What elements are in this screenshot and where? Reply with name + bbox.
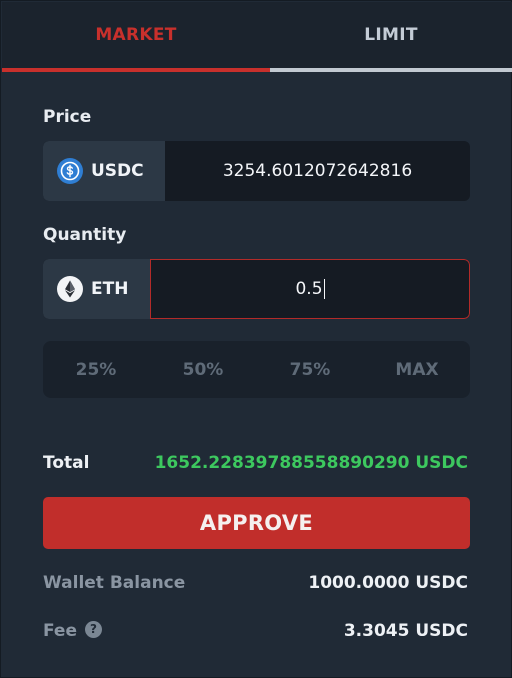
percent-selector: 25% 50% 75% MAX — [43, 341, 470, 398]
wallet-balance-label: Wallet Balance — [43, 573, 186, 593]
fee-value: 3.3045 USDC — [343, 621, 468, 641]
tab-market-indicator — [2, 68, 270, 72]
approve-button[interactable]: APPROVE — [43, 497, 470, 549]
price-input[interactable]: 3254.6012072642816 — [165, 141, 470, 201]
fee-label: Fee — [43, 621, 77, 641]
percent-75-button[interactable]: 75% — [257, 341, 363, 398]
percent-max-button[interactable]: MAX — [364, 341, 470, 398]
quantity-token-selector[interactable]: ETH — [43, 259, 151, 319]
question-circle-icon[interactable]: ? — [84, 620, 102, 638]
percent-25-button[interactable]: 25% — [43, 341, 149, 398]
quantity-value: 0.5 — [295, 279, 323, 299]
quantity-token-symbol: ETH — [91, 279, 129, 299]
wallet-balance-value: 1000.0000 USDC — [308, 573, 468, 593]
tab-market[interactable]: MARKET — [2, 2, 270, 68]
tab-limit[interactable]: LIMIT — [270, 2, 512, 68]
total-value: 1652.22839788558890290 USDC — [154, 453, 468, 473]
eth-coin-icon — [57, 276, 83, 302]
price-token-selector[interactable]: USDC — [43, 141, 165, 201]
quantity-field: ETH 0.5 — [43, 259, 470, 319]
tab-limit-indicator — [270, 68, 512, 72]
quantity-input[interactable]: 0.5 — [150, 259, 470, 319]
price-label: Price — [43, 107, 92, 127]
price-value: 3254.6012072642816 — [222, 161, 413, 181]
order-type-tabs: MARKET LIMIT — [2, 2, 512, 72]
quantity-label: Quantity — [43, 225, 127, 245]
price-token-symbol: USDC — [91, 161, 144, 181]
fee-row-label: Fee? — [43, 620, 102, 641]
percent-50-button[interactable]: 50% — [150, 341, 256, 398]
total-label: Total — [43, 453, 90, 473]
usdc-coin-icon — [57, 158, 83, 184]
order-panel: MARKET LIMIT Price USDC 3254.60120726428… — [0, 0, 512, 678]
price-field: USDC 3254.6012072642816 — [43, 141, 470, 201]
text-caret — [323, 279, 325, 299]
